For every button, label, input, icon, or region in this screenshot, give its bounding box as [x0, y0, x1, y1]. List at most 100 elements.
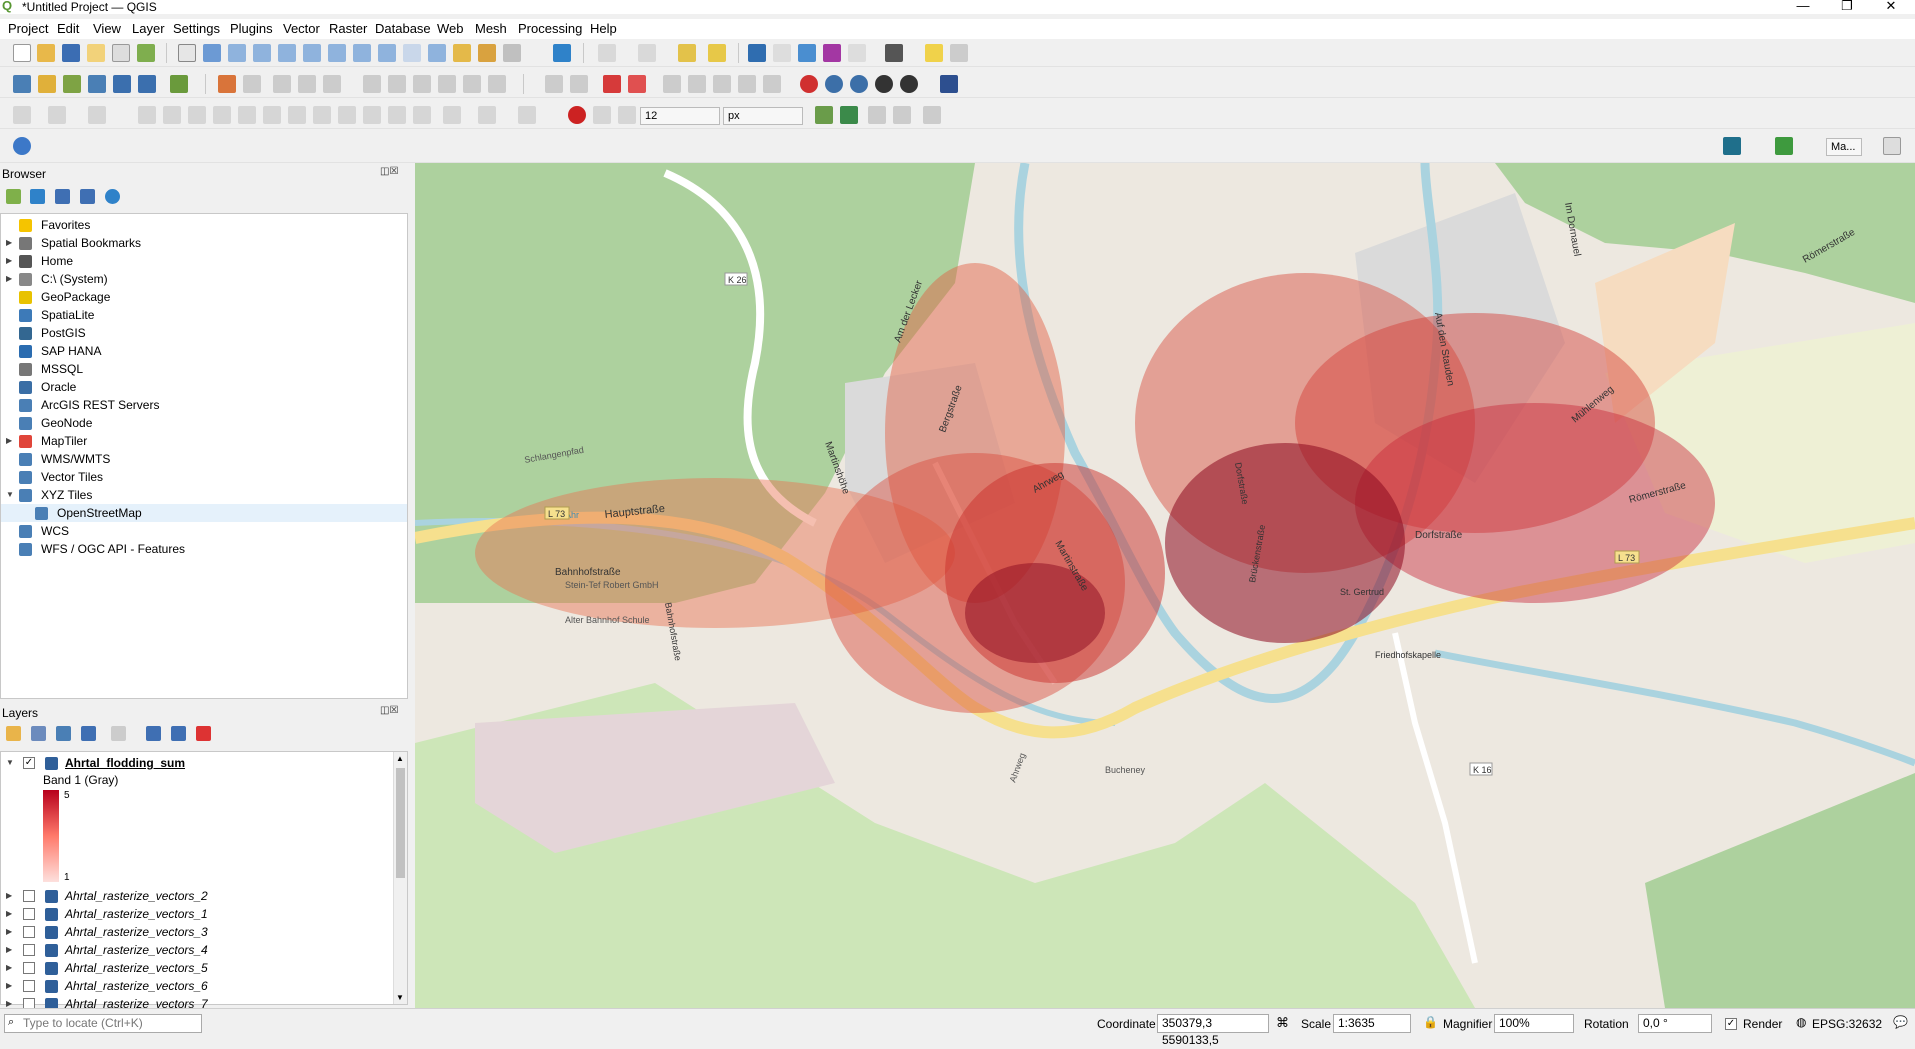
layer-row[interactable]: ▶ Ahrtal_rasterize_vectors_4: [1, 941, 391, 959]
menu-settings[interactable]: Settings: [173, 21, 220, 36]
expand-arrow-icon[interactable]: ▶: [6, 270, 12, 288]
plugin-red-icon[interactable]: [800, 75, 818, 93]
browser-item[interactable]: ▶ Home: [1, 252, 407, 270]
intersection-icon[interactable]: [840, 106, 858, 124]
magnifier-spinbox[interactable]: 100%: [1494, 1014, 1574, 1033]
gps-icon[interactable]: [875, 75, 893, 93]
redo-icon[interactable]: [488, 75, 506, 93]
add-feature-icon[interactable]: [298, 75, 316, 93]
attribute-table-icon[interactable]: [773, 44, 791, 62]
measure-icon[interactable]: [885, 44, 903, 62]
expand-arrow-icon[interactable]: ▶: [6, 959, 12, 977]
browser-item[interactable]: ▶ C:\ (System): [1, 270, 407, 288]
layer-visibility-checkbox[interactable]: [23, 980, 35, 992]
scroll-thumb[interactable]: [396, 768, 405, 878]
coordinate-field[interactable]: 350379,3 5590133,5: [1157, 1014, 1269, 1047]
extents-toggle-icon[interactable]: ⌘: [1276, 1015, 1289, 1031]
reshape-icon[interactable]: [288, 106, 306, 124]
topology-icon[interactable]: [815, 106, 833, 124]
zoom-next-icon[interactable]: [403, 44, 421, 62]
collapse-all-layers-icon[interactable]: [171, 726, 186, 741]
collapse-all-icon[interactable]: [80, 189, 95, 204]
expand-arrow-icon[interactable]: ▶: [6, 905, 12, 923]
layer-row[interactable]: ▶ Ahrtal_rasterize_vectors_3: [1, 923, 391, 941]
data-source-manager-icon[interactable]: [13, 75, 31, 93]
browser-item[interactable]: PostGIS: [1, 324, 407, 342]
zoom-last-icon[interactable]: [378, 44, 396, 62]
layer-visibility-checkbox[interactable]: [23, 944, 35, 956]
add-ring-icon[interactable]: [163, 106, 181, 124]
layer-visibility-checkbox[interactable]: [23, 890, 35, 902]
layer-visibility-checkbox[interactable]: [23, 908, 35, 920]
zoom-native-icon[interactable]: [353, 44, 371, 62]
toggle-editing-icon[interactable]: [243, 75, 261, 93]
crs-button[interactable]: EPSG:32632: [1812, 1017, 1882, 1031]
manage-themes-icon[interactable]: [56, 726, 71, 741]
snapping-type-icon[interactable]: [593, 106, 611, 124]
menu-processing[interactable]: Processing: [518, 21, 582, 36]
simplify-feature-icon[interactable]: [138, 106, 156, 124]
render-checkbox[interactable]: ✓: [1725, 1018, 1737, 1030]
copy-features-icon[interactable]: [413, 75, 431, 93]
advanced-digitizing-icon[interactable]: [13, 106, 31, 124]
close-button[interactable]: ✕: [1871, 0, 1911, 14]
new-shapefile-icon[interactable]: [63, 75, 81, 93]
new-map-view-icon[interactable]: [428, 44, 446, 62]
menu-layer[interactable]: Layer: [132, 21, 165, 36]
annotation-icon[interactable]: [950, 44, 968, 62]
highlight-labels-icon[interactable]: [603, 75, 621, 93]
browser-item[interactable]: ArcGIS REST Servers: [1, 396, 407, 414]
locator-mini-input[interactable]: Ma...: [1826, 138, 1862, 156]
show-bookmarks-icon[interactable]: [478, 44, 496, 62]
unit-dropdown[interactable]: px: [723, 107, 803, 125]
georeferencer-icon[interactable]: [850, 75, 868, 93]
expand-all-icon[interactable]: [146, 726, 161, 741]
select-features-icon[interactable]: [598, 44, 616, 62]
rotation-spinbox[interactable]: 0,0 °: [1638, 1014, 1712, 1033]
browser-item[interactable]: WFS / OGC API - Features: [1, 540, 407, 558]
pin-labels-icon[interactable]: [570, 75, 588, 93]
menu-edit[interactable]: Edit: [57, 21, 79, 36]
scale-combo[interactable]: 1:3635: [1333, 1014, 1411, 1033]
expand-arrow-icon[interactable]: ▶: [6, 977, 12, 995]
browser-item[interactable]: ▶ MapTiler: [1, 432, 407, 450]
scroll-up-icon[interactable]: ▲: [396, 754, 404, 763]
new-project-icon[interactable]: [13, 44, 31, 62]
new-print-layout-icon[interactable]: [87, 44, 105, 62]
offset-curve-icon[interactable]: [313, 106, 331, 124]
new-spatialite-icon[interactable]: [88, 75, 106, 93]
snapping-icon[interactable]: [568, 106, 586, 124]
refresh-icon[interactable]: [553, 44, 571, 62]
save-edits-icon[interactable]: [273, 75, 291, 93]
trace-icon[interactable]: [893, 106, 911, 124]
paste-features-icon[interactable]: [438, 75, 456, 93]
menu-project[interactable]: Project: [8, 21, 48, 36]
zoom-layer-icon[interactable]: [328, 44, 346, 62]
reverse-line-icon[interactable]: [338, 106, 356, 124]
zoom-in-icon[interactable]: [228, 44, 246, 62]
tolerance-spinbox[interactable]: 12: [640, 107, 720, 125]
message-log-icon[interactable]: 💬: [1893, 1015, 1908, 1029]
statistics-icon[interactable]: [823, 44, 841, 62]
layer-row[interactable]: ▶ Ahrtal_rasterize_vectors_6: [1, 977, 391, 995]
layers-float-close[interactable]: ◫☒: [380, 705, 398, 716]
expand-arrow-icon[interactable]: ▶: [6, 923, 12, 941]
layer-name[interactable]: Ahrtal_flodding_sum: [65, 754, 185, 772]
browser-item[interactable]: WCS: [1, 522, 407, 540]
merge-features-icon[interactable]: [443, 106, 461, 124]
split-features-icon[interactable]: [388, 106, 406, 124]
expand-arrow-icon[interactable]: ▶: [6, 432, 12, 450]
browser-item[interactable]: WMS/WMTS: [1, 450, 407, 468]
pan-to-selection-icon[interactable]: [203, 44, 221, 62]
open-table-icon[interactable]: [848, 44, 866, 62]
filter-legend-icon[interactable]: [81, 726, 96, 741]
browser-float-close[interactable]: ◫☒: [380, 166, 398, 177]
browser-item[interactable]: OpenStreetMap: [1, 504, 407, 522]
browser-item[interactable]: GeoPackage: [1, 288, 407, 306]
browser-item[interactable]: Vector Tiles: [1, 468, 407, 486]
delete-ring-icon[interactable]: [238, 106, 256, 124]
lock-scale-icon[interactable]: 🔒: [1423, 1015, 1438, 1029]
expand-arrow-icon[interactable]: ▶: [6, 941, 12, 959]
open-project-icon[interactable]: [37, 44, 55, 62]
python-console-icon[interactable]: [13, 137, 31, 155]
